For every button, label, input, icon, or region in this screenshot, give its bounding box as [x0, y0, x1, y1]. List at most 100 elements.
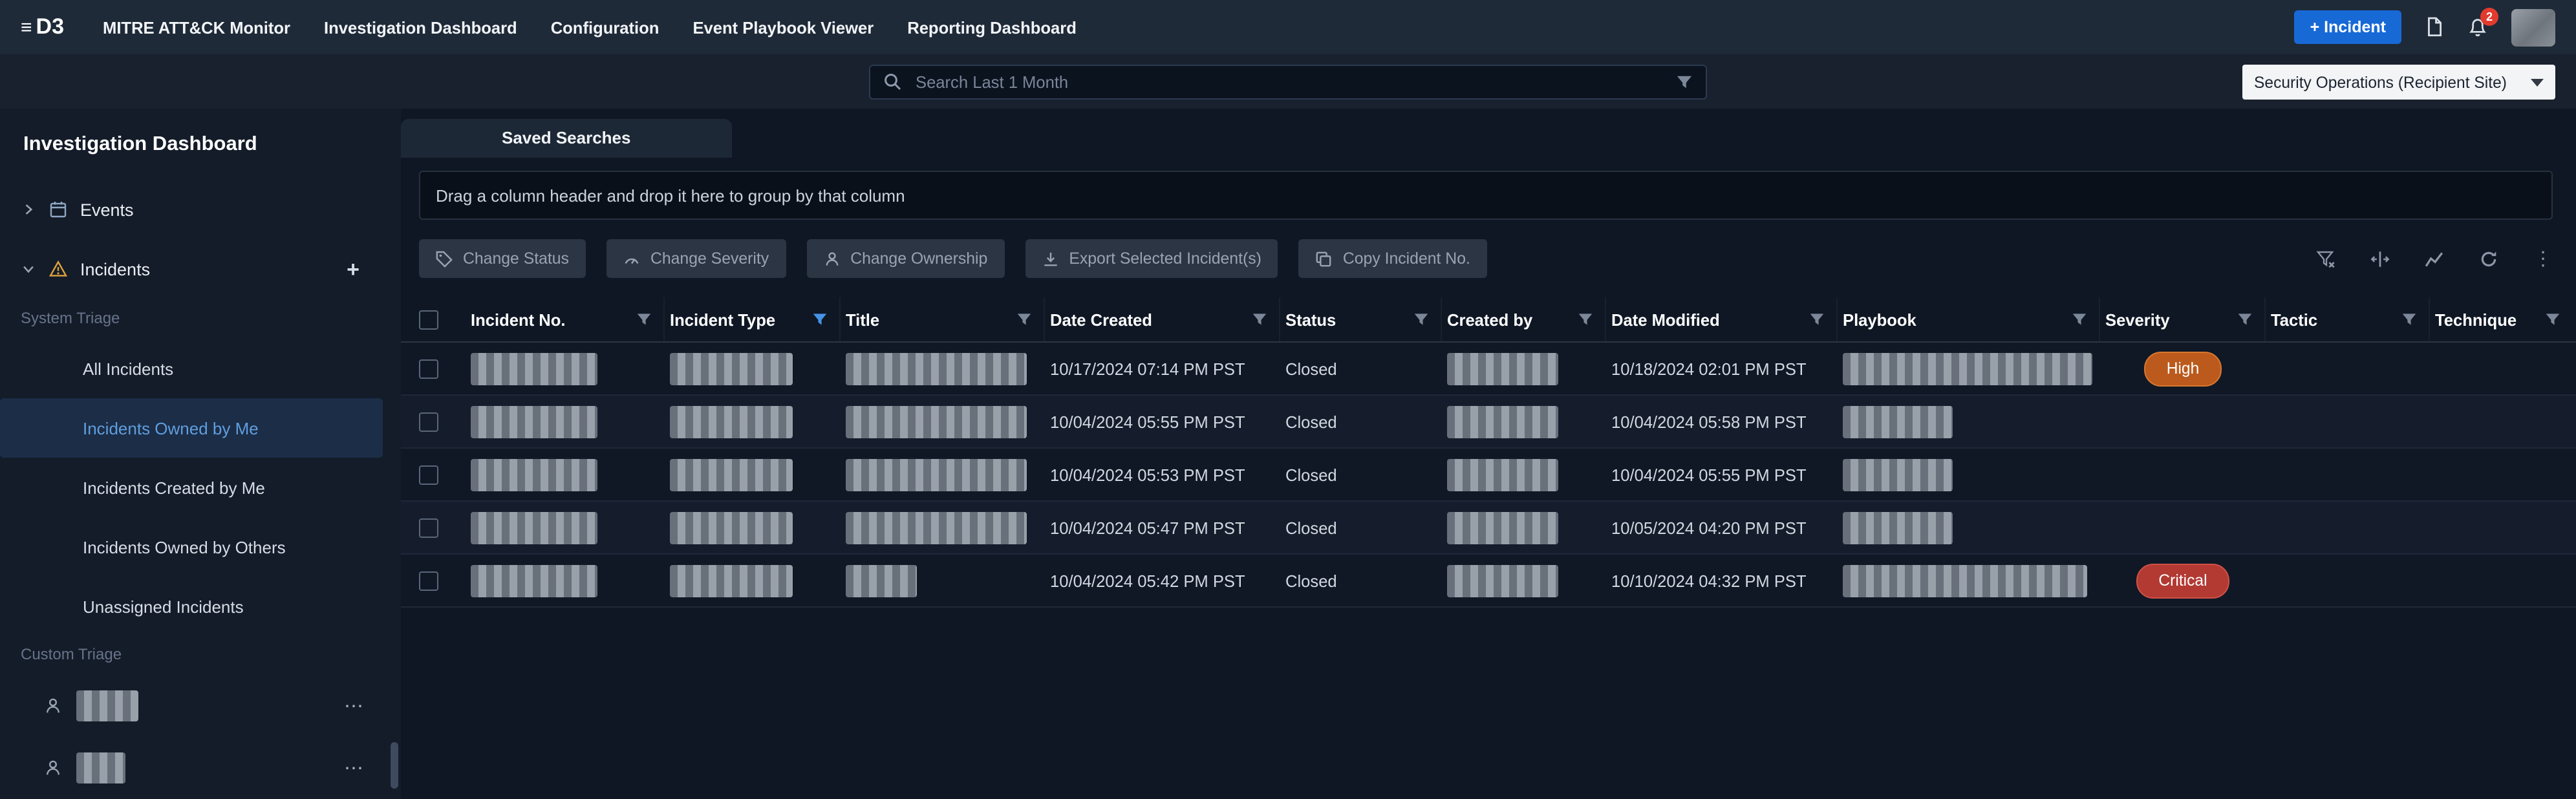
filter-icon[interactable] — [1016, 312, 1032, 327]
change-ownership-button[interactable]: Change Ownership — [806, 239, 1004, 278]
add-incident-view-button[interactable]: + — [347, 258, 360, 280]
notifications-icon[interactable]: 2 — [2467, 17, 2488, 37]
group-by-dropzone[interactable]: Drag a column header and drop it here to… — [419, 171, 2553, 220]
nav-mitre-attack-monitor[interactable]: MITRE ATT&CK Monitor — [103, 17, 290, 37]
search-filter-icon[interactable] — [1676, 73, 1693, 90]
redacted-playbook — [1843, 511, 1953, 544]
sidebar-item-incidents-owned-by-others[interactable]: Incidents Owned by Others — [0, 517, 401, 577]
column-header-incident-type[interactable]: Incident Type — [665, 297, 841, 341]
column-header-playbook[interactable]: Playbook — [1838, 297, 2100, 341]
custom-triage-item[interactable]: ⋯ — [0, 737, 401, 799]
nav-configuration[interactable]: Configuration — [551, 17, 660, 37]
table-body: 10/17/2024 07:14 PM PST Closed 10/18/202… — [401, 343, 2576, 608]
d3-logo[interactable]: ≡ D3 — [21, 14, 64, 40]
sidebar-group-incidents[interactable]: Incidents + — [0, 251, 401, 287]
top-nav-right: + Incident 2 — [2295, 8, 2555, 46]
table-row[interactable]: 10/17/2024 07:14 PM PST Closed 10/18/202… — [401, 343, 2576, 396]
column-header-tactic[interactable]: Tactic — [2266, 297, 2430, 341]
column-resize-icon[interactable] — [2370, 249, 2390, 268]
row-checkbox[interactable] — [419, 359, 438, 378]
row-checkbox[interactable] — [419, 465, 438, 484]
nav-event-playbook-viewer[interactable]: Event Playbook Viewer — [692, 17, 874, 37]
filter-icon[interactable] — [2545, 312, 2560, 327]
kebab-menu-icon[interactable]: ⋮ — [2533, 249, 2553, 268]
incidents-group-label: Incidents — [80, 259, 150, 279]
more-options-icon[interactable]: ⋯ — [344, 694, 365, 718]
redacted-incident-type — [670, 564, 793, 597]
table-row[interactable]: 10/04/2024 05:53 PM PST Closed 10/04/202… — [401, 449, 2576, 502]
d3-logo-text: D3 — [36, 14, 64, 40]
nav-investigation-dashboard[interactable]: Investigation Dashboard — [324, 17, 517, 37]
document-icon[interactable] — [2425, 17, 2444, 37]
change-severity-button[interactable]: Change Severity — [606, 239, 786, 278]
column-header-date-modified[interactable]: Date Modified — [1606, 297, 1838, 341]
sidebar-group-events[interactable]: Events — [0, 191, 401, 228]
table-row[interactable]: 10/04/2024 05:42 PM PST Closed 10/10/202… — [401, 555, 2576, 608]
group-by-hint: Drag a column header and drop it here to… — [436, 186, 905, 205]
status-cell: Closed — [1280, 465, 1442, 484]
gauge-icon — [623, 250, 640, 267]
custom-triage-item[interactable]: ⋯ — [0, 675, 401, 737]
sidebar-item-incidents-owned-by-me[interactable]: Incidents Owned by Me — [0, 398, 383, 458]
notification-badge: 2 — [2480, 8, 2498, 26]
search-input[interactable] — [913, 70, 1664, 92]
select-all-checkbox[interactable] — [419, 310, 438, 329]
filter-icon-active[interactable] — [812, 312, 828, 327]
date-created-cell: 10/04/2024 05:42 PM PST — [1045, 571, 1280, 590]
column-header-created-by[interactable]: Created by — [1442, 297, 1606, 341]
filter-icon[interactable] — [1252, 312, 1267, 327]
top-nav-bar: ≡ D3 MITRE ATT&CK Monitor Investigation … — [0, 0, 2576, 54]
filter-icon[interactable] — [2072, 312, 2087, 327]
chevron-down-icon — [2531, 78, 2544, 86]
row-checkbox[interactable] — [419, 412, 438, 431]
copy-incident-no-button[interactable]: Copy Incident No. — [1299, 239, 1487, 278]
redacted-custom-triage-name — [76, 690, 138, 721]
severity-badge: Critical — [2136, 563, 2229, 598]
date-created-cell: 10/04/2024 05:55 PM PST — [1045, 412, 1280, 431]
main-nav: MITRE ATT&CK Monitor Investigation Dashb… — [103, 17, 1077, 37]
nav-reporting-dashboard[interactable]: Reporting Dashboard — [907, 17, 1077, 37]
column-header-title[interactable]: Title — [841, 297, 1045, 341]
export-selected-button[interactable]: Export Selected Incident(s) — [1025, 239, 1278, 278]
redacted-created-by — [1447, 458, 1558, 491]
filter-icon[interactable] — [1413, 312, 1429, 327]
change-status-button[interactable]: Change Status — [419, 239, 586, 278]
clear-filters-icon[interactable] — [2316, 249, 2335, 268]
status-cell: Closed — [1280, 518, 1442, 537]
column-header-date-created[interactable]: Date Created — [1045, 297, 1280, 341]
filter-icon[interactable] — [2237, 312, 2253, 327]
analytics-chart-icon[interactable] — [2425, 249, 2444, 268]
sidebar-scrollbar[interactable] — [391, 742, 398, 789]
redacted-title — [846, 458, 1027, 491]
column-header-incident-no[interactable]: Incident No. — [466, 297, 665, 341]
filter-icon[interactable] — [2401, 312, 2417, 327]
filter-icon[interactable] — [636, 312, 652, 327]
filter-icon[interactable] — [1578, 312, 1593, 327]
column-header-severity[interactable]: Severity — [2100, 297, 2266, 341]
sidebar-item-unassigned-incidents[interactable]: Unassigned Incidents — [0, 577, 401, 636]
column-header-status[interactable]: Status — [1280, 297, 1442, 341]
row-checkbox[interactable] — [419, 571, 438, 590]
date-modified-cell: 10/05/2024 04:20 PM PST — [1606, 518, 1838, 537]
row-checkbox[interactable] — [419, 518, 438, 537]
redacted-playbook — [1843, 458, 1953, 491]
global-filters-bar: Security Operations (Recipient Site) — [0, 54, 2576, 109]
more-options-icon[interactable]: ⋯ — [344, 756, 365, 780]
table-row[interactable]: 10/04/2024 05:55 PM PST Closed 10/04/202… — [401, 396, 2576, 449]
table-row[interactable]: 10/04/2024 05:47 PM PST Closed 10/05/202… — [401, 502, 2576, 555]
tab-saved-searches[interactable]: Saved Searches — [401, 119, 731, 158]
sidebar-item-incidents-created-by-me[interactable]: Incidents Created by Me — [0, 458, 401, 517]
redacted-title — [846, 564, 917, 597]
filter-icon[interactable] — [1809, 312, 1825, 327]
d3-logo-icon: ≡ — [21, 17, 32, 37]
person-icon — [823, 250, 840, 267]
column-header-technique[interactable]: Technique — [2430, 297, 2572, 341]
redacted-playbook — [1843, 352, 2092, 385]
refresh-icon[interactable] — [2479, 249, 2498, 268]
sidebar-item-all-incidents[interactable]: All Incidents — [0, 339, 401, 398]
custom-triage-label: Custom Triage — [0, 644, 401, 665]
new-incident-button[interactable]: + Incident — [2295, 10, 2401, 44]
user-avatar[interactable] — [2511, 8, 2555, 46]
redacted-incident-no — [471, 511, 597, 544]
site-selector-dropdown[interactable]: Security Operations (Recipient Site) — [2242, 65, 2555, 100]
